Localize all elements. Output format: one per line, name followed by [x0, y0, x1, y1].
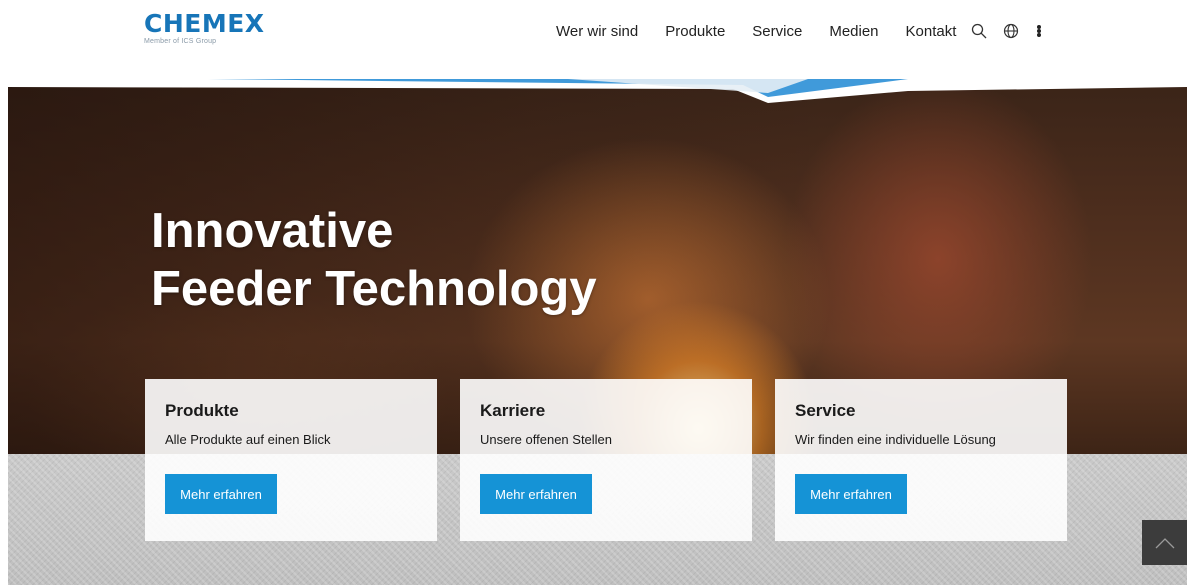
card-text: Unsere offenen Stellen — [480, 432, 613, 447]
card-title: Karriere — [480, 401, 546, 420]
hero-title: Innovative Feeder Technology — [151, 202, 597, 318]
search-icon[interactable] — [970, 22, 988, 40]
logo-tagline: Member of ICS Group — [144, 38, 217, 45]
mehr-erfahren-button[interactable]: Mehr erfahren — [795, 474, 907, 514]
card-text: Alle Produkte auf einen Blick — [165, 432, 331, 447]
nav-item-wer-wir-sind[interactable]: Wer wir sind — [556, 23, 638, 40]
mehr-erfahren-button[interactable]: Mehr erfahren — [480, 474, 592, 514]
nav-item-produkte[interactable]: Produkte — [665, 23, 725, 40]
card-produkte: Produkte Alle Produkte auf einen Blick M… — [145, 379, 437, 541]
globe-icon[interactable] — [1002, 22, 1020, 40]
site-header: CHEMEX Member of ICS Group Wer wir sind … — [0, 0, 1187, 78]
card-service: Service Wir finden eine individuelle Lös… — [775, 379, 1067, 541]
mehr-erfahren-button[interactable]: Mehr erfahren — [165, 474, 277, 514]
nav-item-medien[interactable]: Medien — [829, 23, 878, 40]
card-karriere: Karriere Unsere offenen Stellen Mehr erf… — [460, 379, 752, 541]
chevron-up-icon — [1155, 537, 1174, 548]
nav-item-kontakt[interactable]: Kontakt — [906, 23, 957, 40]
hero-title-line-1: Innovative — [151, 204, 394, 258]
chemex-logo[interactable]: CHEMEX Member of ICS Group — [144, 9, 265, 46]
hero-accent-stripe — [8, 79, 1187, 103]
card-title: Service — [795, 401, 856, 420]
main-nav: Wer wir sind Produkte Service Medien Kon… — [556, 20, 1042, 42]
card-title: Produkte — [165, 401, 239, 420]
hero-title-line-2: Feeder Technology — [151, 262, 597, 316]
nav-item-service[interactable]: Service — [752, 23, 802, 40]
logo-wordmark: CHEMEX — [144, 9, 265, 38]
scroll-to-top-button[interactable] — [1142, 520, 1187, 565]
more-vertical-icon[interactable] — [1036, 22, 1042, 40]
card-text: Wir finden eine individuelle Lösung — [795, 432, 996, 447]
